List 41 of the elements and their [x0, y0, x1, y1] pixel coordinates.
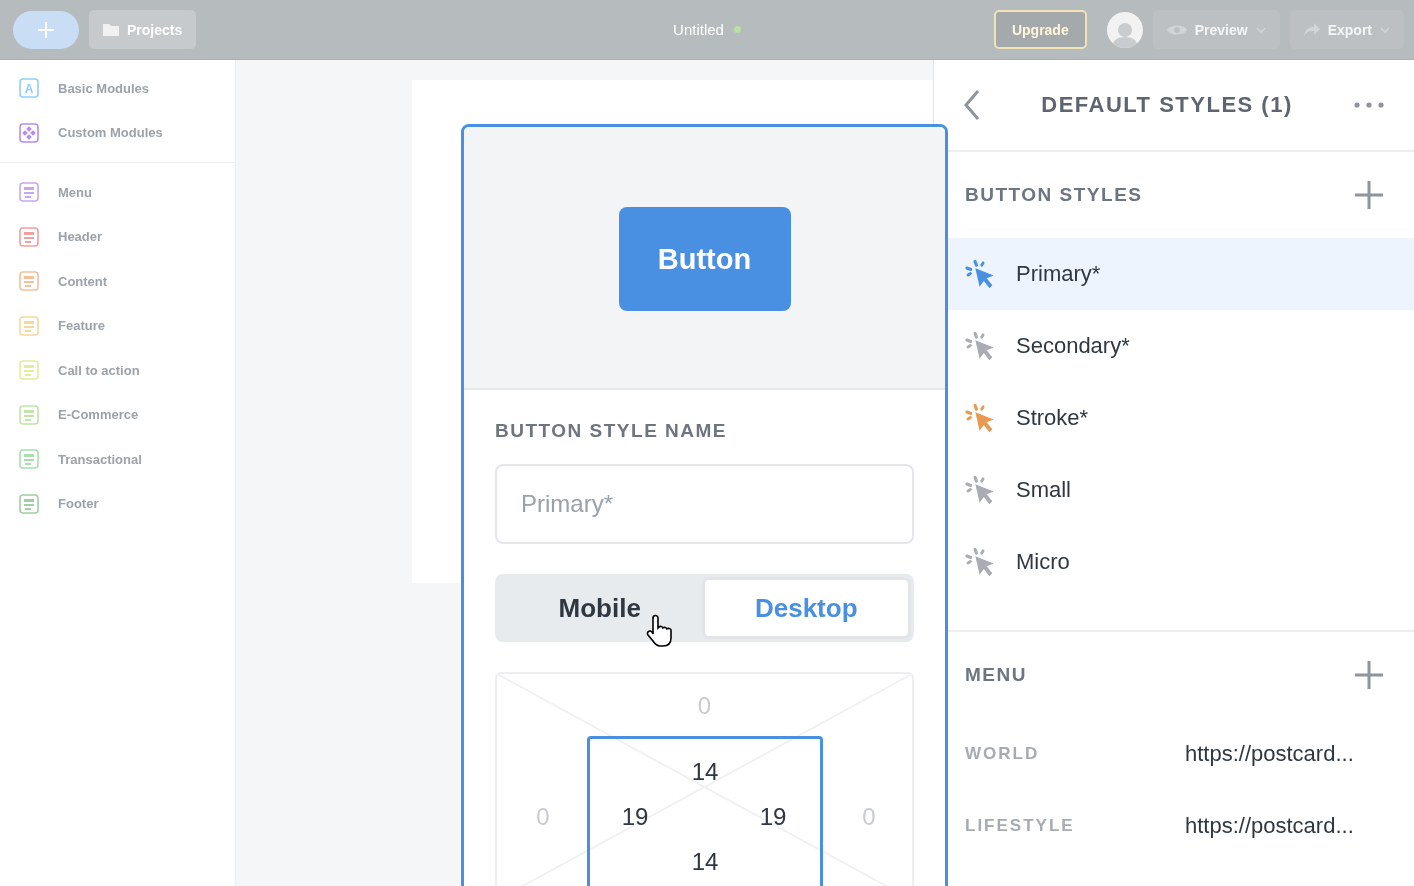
export-button[interactable]: Export	[1289, 10, 1404, 49]
sidebar-item[interactable]: Footer	[0, 481, 235, 526]
projects-button[interactable]: Projects	[89, 10, 197, 49]
sidebar-item[interactable]: A Basic Modules	[0, 66, 235, 111]
name-field[interactable]: Primary*	[495, 464, 914, 544]
padding-value[interactable]: 19	[759, 803, 787, 831]
plus-icon	[37, 20, 55, 39]
sidebar-item[interactable]: Content	[0, 259, 235, 304]
link-url: https://postcard...	[1185, 741, 1354, 767]
sidebar-item[interactable]: Feature	[0, 303, 235, 348]
hand-cursor-icon	[645, 614, 675, 648]
field-label: BUTTON STYLE NAME	[495, 420, 729, 442]
more-icon[interactable]	[1354, 102, 1384, 108]
link-label: LIFESTYLE	[965, 816, 1076, 836]
plus-icon[interactable]	[1354, 660, 1384, 690]
padding-value[interactable]: 14	[691, 758, 719, 786]
sidebar-item[interactable]: Custom Modules	[0, 110, 235, 155]
upgrade-button[interactable]: Upgrade	[993, 10, 1087, 49]
device-option[interactable]: Desktop	[701, 577, 911, 639]
folder-icon	[103, 23, 119, 36]
section-title: MENU	[965, 664, 1027, 686]
section-title: BUTTON STYLES	[965, 184, 1143, 206]
sidebar-item[interactable]: Menu	[0, 170, 235, 215]
letter-icon: A	[19, 78, 39, 99]
plus-icon[interactable]	[1354, 180, 1384, 210]
sidebar-item[interactable]: E-Commerce	[0, 392, 235, 437]
back-icon[interactable]	[964, 89, 980, 121]
device-option[interactable]: Mobile	[498, 577, 702, 639]
document-title: Untitled	[673, 21, 724, 38]
panel-title: DEFAULT STYLES (1)	[1040, 92, 1294, 118]
link-url: https://postcard...	[1185, 813, 1354, 839]
sidebar-item[interactable]: Header	[0, 214, 235, 259]
avatar[interactable]	[1106, 11, 1143, 48]
add-button[interactable]	[13, 10, 79, 49]
preview-button[interactable]: Preview	[1152, 10, 1280, 49]
padding-value[interactable]: 14	[691, 848, 719, 876]
sidebar-item[interactable]: Transactional	[0, 437, 235, 482]
preview-button[interactable]: Button	[618, 207, 791, 311]
sidebar-item[interactable]: Call to action	[0, 348, 235, 393]
padding-value[interactable]: 19	[621, 803, 649, 831]
link-label: WORLD	[965, 744, 1041, 764]
